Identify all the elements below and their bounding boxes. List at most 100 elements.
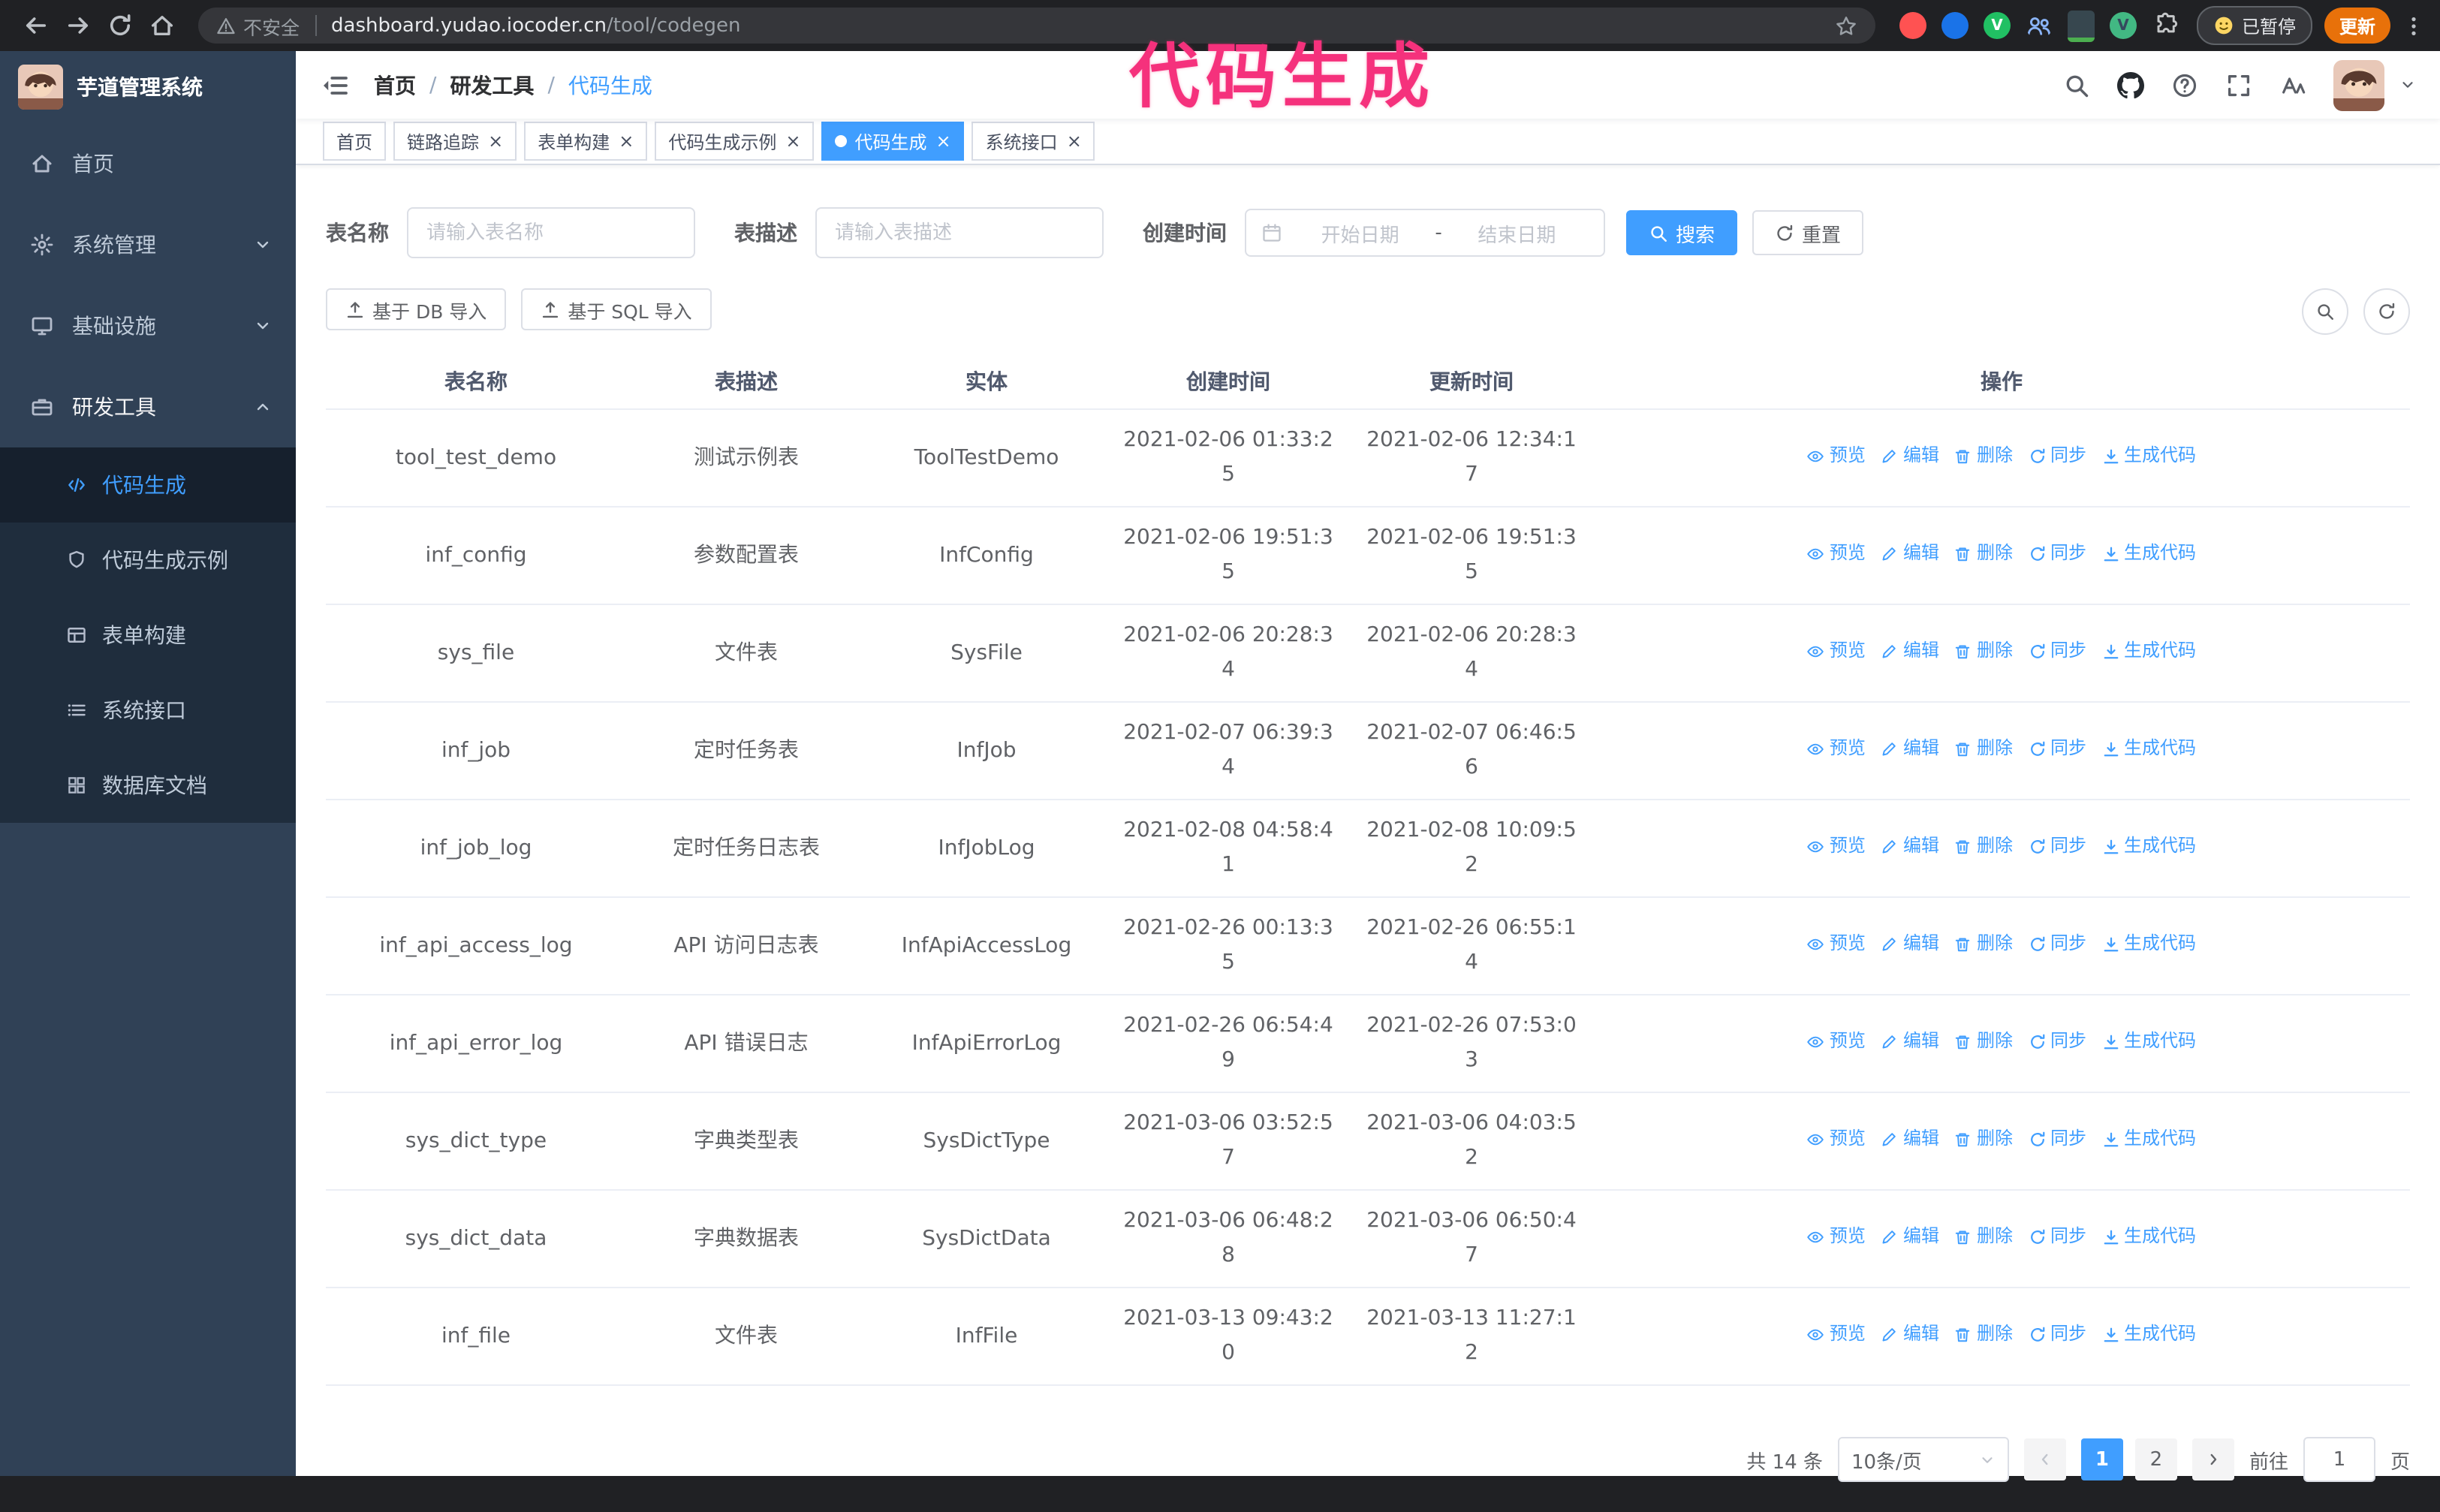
action-生成代码[interactable]: 生成代码 bbox=[2101, 927, 2196, 962]
refresh-table-button[interactable] bbox=[2363, 288, 2410, 335]
tab-链路追踪[interactable]: 链路追踪 × bbox=[393, 122, 517, 161]
action-编辑[interactable]: 编辑 bbox=[1881, 830, 1939, 864]
page-size-select[interactable]: 10条/页 bbox=[1837, 1437, 2009, 1482]
sidebar-subitem-代码生成示例[interactable]: 代码生成示例 bbox=[0, 523, 296, 598]
action-编辑[interactable]: 编辑 bbox=[1881, 634, 1939, 669]
security-warning-label[interactable]: 不安全 bbox=[243, 11, 300, 40]
action-删除[interactable]: 删除 bbox=[1954, 732, 2013, 767]
action-生成代码[interactable]: 生成代码 bbox=[2101, 537, 2196, 571]
tab-close-icon[interactable]: × bbox=[1067, 132, 1082, 150]
tab-代码生成示例[interactable]: 代码生成示例 × bbox=[655, 122, 815, 161]
sidebar-subitem-系统接口[interactable]: 系统接口 bbox=[0, 673, 296, 748]
breadcrumb-home[interactable]: 首页 bbox=[374, 70, 416, 100]
sidebar-item-devtools[interactable]: 研发工具 bbox=[0, 366, 296, 447]
action-编辑[interactable]: 编辑 bbox=[1881, 537, 1939, 571]
action-生成代码[interactable]: 生成代码 bbox=[2101, 830, 2196, 864]
page-button-1[interactable]: 1 bbox=[2080, 1438, 2123, 1480]
reset-button[interactable]: 重置 bbox=[1752, 210, 1864, 255]
reload-button[interactable] bbox=[107, 12, 134, 39]
action-编辑[interactable]: 编辑 bbox=[1881, 1318, 1939, 1352]
action-删除[interactable]: 删除 bbox=[1954, 830, 2013, 864]
action-删除[interactable]: 删除 bbox=[1954, 439, 2013, 474]
action-删除[interactable]: 删除 bbox=[1954, 927, 2013, 962]
sidebar-item-home[interactable]: 首页 bbox=[0, 123, 296, 204]
tab-close-icon[interactable]: × bbox=[488, 132, 503, 150]
action-同步[interactable]: 同步 bbox=[2028, 1318, 2086, 1352]
action-预览[interactable]: 预览 bbox=[1807, 732, 1866, 767]
sidebar-subitem-代码生成[interactable]: 代码生成 bbox=[0, 447, 296, 523]
action-同步[interactable]: 同步 bbox=[2028, 732, 2086, 767]
action-预览[interactable]: 预览 bbox=[1807, 830, 1866, 864]
address-bar[interactable]: 不安全 dashboard.yudao.iocoder.cn/tool/code… bbox=[198, 8, 1875, 44]
action-同步[interactable]: 同步 bbox=[2028, 439, 2086, 474]
action-编辑[interactable]: 编辑 bbox=[1881, 732, 1939, 767]
sidebar-item-system[interactable]: 系统管理 bbox=[0, 204, 296, 285]
search-button[interactable]: 搜索 bbox=[1626, 210, 1738, 255]
extension-icon[interactable] bbox=[2067, 10, 2095, 41]
import-db-button[interactable]: 基于 DB 导入 bbox=[326, 288, 507, 330]
action-生成代码[interactable]: 生成代码 bbox=[2101, 1025, 2196, 1059]
action-预览[interactable]: 预览 bbox=[1807, 927, 1866, 962]
tab-close-icon[interactable]: × bbox=[785, 132, 800, 150]
action-生成代码[interactable]: 生成代码 bbox=[2101, 634, 2196, 669]
home-button[interactable] bbox=[149, 12, 176, 39]
breadcrumb-devtools[interactable]: 研发工具 bbox=[450, 70, 534, 100]
next-page-button[interactable] bbox=[2191, 1438, 2234, 1480]
action-同步[interactable]: 同步 bbox=[2028, 537, 2086, 571]
sidebar-item-infra[interactable]: 基础设施 bbox=[0, 285, 296, 366]
avatar-caret-down-icon[interactable] bbox=[2399, 77, 2416, 93]
bookmark-star-icon[interactable] bbox=[1835, 14, 1857, 37]
sidebar-subitem-数据库文档[interactable]: 数据库文档 bbox=[0, 748, 296, 823]
action-生成代码[interactable]: 生成代码 bbox=[2101, 1318, 2196, 1352]
extension-icon[interactable]: V bbox=[2109, 12, 2137, 39]
back-button[interactable] bbox=[23, 12, 50, 39]
action-编辑[interactable]: 编辑 bbox=[1881, 1122, 1939, 1157]
action-编辑[interactable]: 编辑 bbox=[1881, 439, 1939, 474]
prev-page-button[interactable] bbox=[2023, 1438, 2066, 1480]
search-icon[interactable] bbox=[2063, 71, 2090, 98]
extension-icon[interactable] bbox=[1899, 12, 1926, 39]
action-编辑[interactable]: 编辑 bbox=[1881, 927, 1939, 962]
action-生成代码[interactable]: 生成代码 bbox=[2101, 439, 2196, 474]
font-size-icon[interactable] bbox=[2279, 71, 2306, 98]
action-删除[interactable]: 删除 bbox=[1954, 634, 2013, 669]
action-同步[interactable]: 同步 bbox=[2028, 634, 2086, 669]
github-icon[interactable] bbox=[2117, 71, 2144, 98]
action-删除[interactable]: 删除 bbox=[1954, 1025, 2013, 1059]
action-预览[interactable]: 预览 bbox=[1807, 1318, 1866, 1352]
action-删除[interactable]: 删除 bbox=[1954, 1318, 2013, 1352]
tab-系统接口[interactable]: 系统接口 × bbox=[971, 122, 1095, 161]
table-desc-input[interactable] bbox=[815, 207, 1104, 258]
action-预览[interactable]: 预览 bbox=[1807, 634, 1866, 669]
action-同步[interactable]: 同步 bbox=[2028, 1025, 2086, 1059]
tab-首页[interactable]: 首页 bbox=[323, 122, 387, 161]
action-预览[interactable]: 预览 bbox=[1807, 439, 1866, 474]
tab-代码生成[interactable]: 代码生成 × bbox=[821, 122, 965, 161]
fullscreen-icon[interactable] bbox=[2225, 71, 2252, 98]
action-删除[interactable]: 删除 bbox=[1954, 1220, 2013, 1254]
date-range-picker[interactable]: 开始日期 - 结束日期 bbox=[1245, 209, 1605, 257]
extension-icon[interactable]: V bbox=[1983, 12, 2011, 39]
table-name-input[interactable] bbox=[407, 207, 695, 258]
tab-close-icon[interactable]: × bbox=[619, 132, 634, 150]
goto-page-input[interactable] bbox=[2303, 1437, 2375, 1482]
sidebar-toggle-icon[interactable] bbox=[320, 70, 350, 100]
action-同步[interactable]: 同步 bbox=[2028, 1220, 2086, 1254]
browser-menu-icon[interactable] bbox=[2402, 14, 2425, 37]
extensions-puzzle-icon[interactable] bbox=[2152, 12, 2179, 39]
sync-paused-badge[interactable]: 已暂停 bbox=[2196, 6, 2312, 45]
tab-表单构建[interactable]: 表单构建 × bbox=[524, 122, 648, 161]
action-删除[interactable]: 删除 bbox=[1954, 1122, 2013, 1157]
action-预览[interactable]: 预览 bbox=[1807, 1025, 1866, 1059]
extension-icon[interactable] bbox=[1941, 12, 1969, 39]
action-生成代码[interactable]: 生成代码 bbox=[2101, 732, 2196, 767]
action-同步[interactable]: 同步 bbox=[2028, 1122, 2086, 1157]
profiles-icon[interactable] bbox=[2026, 12, 2053, 39]
action-生成代码[interactable]: 生成代码 bbox=[2101, 1122, 2196, 1157]
browser-update-button[interactable]: 更新 bbox=[2324, 8, 2390, 44]
action-编辑[interactable]: 编辑 bbox=[1881, 1025, 1939, 1059]
action-同步[interactable]: 同步 bbox=[2028, 830, 2086, 864]
forward-button[interactable] bbox=[65, 12, 92, 39]
action-编辑[interactable]: 编辑 bbox=[1881, 1220, 1939, 1254]
tab-close-icon[interactable]: × bbox=[936, 132, 951, 150]
